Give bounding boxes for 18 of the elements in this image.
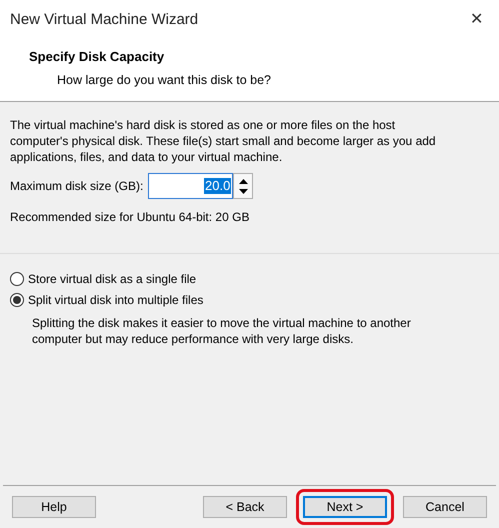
disk-size-field[interactable]: 20.0 bbox=[148, 173, 234, 199]
description-text: The virtual machine's hard disk is stored as one or more files on the host computer's physical disk. These file(s) start small and become larger as you add applications, files, and data to your virtual machine. bbox=[10, 117, 437, 165]
dialog-button[interactable]: Help bbox=[12, 496, 96, 518]
recommended-size-text: Recommended size for Ubuntu 64-bit: 20 GB bbox=[10, 209, 250, 226]
radio-button[interactable] bbox=[10, 272, 24, 286]
option-label[interactable]: Store virtual disk as a single file bbox=[28, 270, 196, 288]
dialog-button[interactable]: Cancel bbox=[403, 496, 487, 518]
page-subtitle: How large do you want this disk to be? bbox=[56, 72, 272, 89]
dialog-button[interactable]: Next > bbox=[303, 496, 387, 518]
spin-buttons[interactable] bbox=[233, 173, 254, 199]
close-button[interactable]: ✕ bbox=[470, 8, 483, 32]
dialog-button[interactable]: < Back bbox=[203, 496, 287, 518]
radio-button[interactable] bbox=[10, 293, 24, 307]
option-label[interactable]: Split virtual disk into multiple files bbox=[28, 291, 204, 309]
option-note: Splitting the disk makes it easier to move the virtual machine to another computer but may reduce performance with very large disks. bbox=[31, 315, 412, 347]
page-title: Specify Disk Capacity bbox=[29, 48, 166, 66]
disk-size-label: Maximum disk size (GB): bbox=[10, 178, 144, 195]
window-title: New Virtual Machine Wizard bbox=[10, 10, 198, 30]
